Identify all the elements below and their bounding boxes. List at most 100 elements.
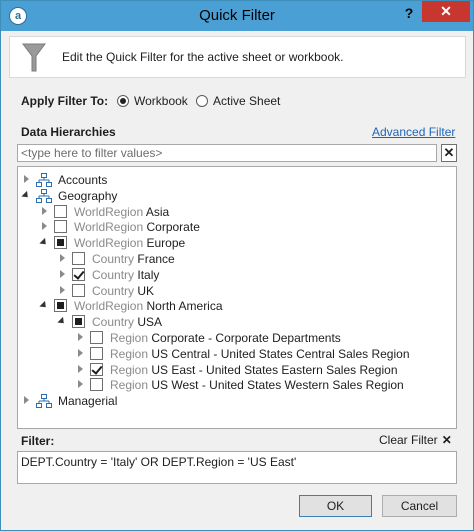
tree-checkbox[interactable] bbox=[90, 378, 103, 392]
expanded-arrow-icon[interactable] bbox=[21, 190, 31, 200]
expanded-arrow-icon[interactable] bbox=[39, 238, 49, 248]
tree-node-label[interactable]: Region US West - United States Western S… bbox=[110, 378, 404, 392]
tree-node[interactable]: Country USA bbox=[57, 314, 452, 330]
tree-node-level: WorldRegion bbox=[74, 220, 144, 235]
tree-checkbox[interactable] bbox=[90, 331, 103, 344]
tree-checkbox[interactable] bbox=[54, 220, 67, 234]
tree-node-label[interactable]: Country UK bbox=[92, 284, 154, 298]
tree-node-name: Managerial bbox=[58, 394, 118, 409]
tree-node-name: US West - United States Western Sales Re… bbox=[151, 378, 404, 393]
tree-node[interactable]: WorldRegion Asia bbox=[40, 204, 452, 220]
tree-node-label[interactable]: Region Corporate - Corporate Departments bbox=[110, 331, 341, 345]
advanced-filter-link[interactable]: Advanced Filter bbox=[372, 125, 455, 139]
tree-node-name: Corporate - Corporate Departments bbox=[151, 331, 341, 345]
radio-workbook[interactable] bbox=[117, 95, 129, 107]
tree-checkbox[interactable] bbox=[54, 299, 67, 313]
tree-node[interactable]: Region US East - United States Eastern S… bbox=[76, 362, 452, 378]
radio-active-sheet-label[interactable]: Active Sheet bbox=[213, 94, 280, 108]
tree-node[interactable]: WorldRegion Europe bbox=[39, 235, 452, 251]
tree-node-level: WorldRegion bbox=[74, 236, 144, 251]
help-button[interactable]: ? bbox=[399, 5, 419, 25]
hierarchy-icon bbox=[36, 188, 52, 203]
hierarchy-icon bbox=[36, 394, 52, 409]
tree-node-level: Country bbox=[92, 267, 135, 282]
tree-checkbox[interactable] bbox=[54, 236, 67, 250]
tree-node-name: Italy bbox=[137, 267, 160, 282]
collapsed-arrow-icon[interactable] bbox=[40, 206, 49, 216]
expanded-arrow-icon[interactable] bbox=[39, 301, 49, 311]
tree-checkbox[interactable] bbox=[72, 267, 85, 281]
collapsed-arrow-icon[interactable] bbox=[22, 396, 31, 405]
tree-node-label[interactable]: Region US East - United States Eastern S… bbox=[110, 363, 398, 377]
collapsed-arrow-icon[interactable] bbox=[58, 254, 67, 263]
tree-checkbox[interactable] bbox=[90, 346, 103, 360]
radio-active-sheet[interactable] bbox=[196, 95, 208, 107]
header-pane: Edit the Quick Filter for the active she… bbox=[9, 36, 466, 78]
clear-filter-label[interactable]: Clear Filter bbox=[379, 433, 438, 447]
data-hierarchies-title: Data Hierarchies bbox=[21, 125, 116, 139]
tree-node-label[interactable]: WorldRegion Corporate bbox=[74, 220, 200, 234]
tree-node[interactable]: Country UK bbox=[58, 283, 452, 299]
tree-node-name: Corporate bbox=[146, 220, 200, 235]
tree-node[interactable]: Country Italy bbox=[58, 267, 452, 283]
tree-node-level: Country bbox=[92, 315, 135, 330]
quick-filter-dialog: a Quick Filter ? ✕ Edit the Quick Filter… bbox=[0, 0, 474, 531]
tree-node-label[interactable]: Geography bbox=[58, 189, 117, 203]
hierarchy-tree[interactable]: Accounts Geography WorldRegion Asia WorldRe… bbox=[17, 166, 457, 429]
tree-node-label[interactable]: Country Italy bbox=[92, 268, 159, 282]
tree-node-name: USA bbox=[137, 315, 163, 330]
tree-node[interactable]: Country France bbox=[58, 251, 452, 267]
tree-node[interactable]: Region Corporate - Corporate Departments bbox=[76, 330, 452, 346]
tree-checkbox[interactable] bbox=[54, 204, 67, 218]
clear-search-button[interactable]: ✕ bbox=[441, 144, 457, 162]
filter-expression[interactable]: DEPT.Country = 'Italy' OR DEPT.Region = … bbox=[17, 451, 457, 484]
hierarchy-search-input[interactable] bbox=[17, 144, 437, 162]
header-description: Edit the Quick Filter for the active she… bbox=[62, 50, 344, 64]
collapsed-arrow-icon[interactable] bbox=[76, 333, 85, 342]
tree-checkbox[interactable] bbox=[72, 252, 85, 265]
collapsed-arrow-icon[interactable] bbox=[58, 269, 67, 279]
tree-node[interactable]: WorldRegion Corporate bbox=[40, 219, 452, 235]
tree-checkbox[interactable] bbox=[72, 283, 85, 297]
tree-node-label[interactable]: WorldRegion North America bbox=[74, 299, 223, 313]
tree-node-level: WorldRegion bbox=[74, 299, 144, 314]
clear-filter-button[interactable]: Clear Filter ✕ bbox=[379, 433, 452, 447]
tree-node[interactable]: Geography bbox=[21, 188, 452, 204]
collapsed-arrow-icon[interactable] bbox=[76, 348, 85, 358]
radio-workbook-label[interactable]: Workbook bbox=[134, 94, 188, 108]
cancel-button[interactable]: Cancel bbox=[382, 495, 457, 517]
tree-node-level: Region bbox=[110, 362, 149, 377]
tree-node[interactable]: Accounts bbox=[22, 172, 452, 188]
tree-node-name: Asia bbox=[145, 204, 170, 219]
tree-node-level: Region bbox=[110, 346, 149, 361]
tree-node-label[interactable]: WorldRegion Asia bbox=[74, 205, 169, 219]
tree-node-name: US Central - United States Central Sales… bbox=[151, 346, 410, 361]
tree-node-level: Country bbox=[92, 283, 135, 298]
tree-node[interactable]: Managerial bbox=[22, 393, 452, 409]
tree-node-name: North America bbox=[146, 299, 223, 314]
tree-node-name: UK bbox=[137, 283, 155, 298]
collapsed-arrow-icon[interactable] bbox=[40, 222, 49, 231]
collapsed-arrow-icon[interactable] bbox=[76, 364, 85, 374]
title-bar[interactable]: a Quick Filter ? ✕ bbox=[1, 1, 473, 31]
expanded-arrow-icon[interactable] bbox=[57, 317, 67, 327]
tree-checkbox[interactable] bbox=[72, 315, 85, 329]
tree-node-label[interactable]: WorldRegion Europe bbox=[74, 236, 185, 250]
collapsed-arrow-icon[interactable] bbox=[58, 285, 67, 295]
tree-node[interactable]: Region US West - United States Western S… bbox=[76, 377, 452, 393]
tree-node-label[interactable]: Country USA bbox=[92, 315, 162, 329]
tree-node[interactable]: WorldRegion North America bbox=[39, 298, 452, 314]
collapsed-arrow-icon[interactable] bbox=[76, 380, 85, 389]
tree-node-label[interactable]: Region US Central - United States Centra… bbox=[110, 347, 410, 361]
close-button[interactable]: ✕ bbox=[422, 1, 470, 22]
apply-filter-label: Apply Filter To: bbox=[21, 94, 109, 108]
tree-checkbox[interactable] bbox=[90, 362, 103, 376]
ok-button[interactable]: OK bbox=[299, 495, 372, 517]
tree-node[interactable]: Region US Central - United States Centra… bbox=[76, 346, 452, 362]
tree-node-label[interactable]: Country France bbox=[92, 252, 175, 266]
clear-filter-icon[interactable]: ✕ bbox=[442, 433, 452, 447]
tree-node-label[interactable]: Managerial bbox=[58, 394, 117, 408]
collapsed-arrow-icon[interactable] bbox=[22, 175, 31, 184]
tree-node-name: Accounts bbox=[58, 173, 108, 187]
tree-node-label[interactable]: Accounts bbox=[58, 173, 107, 187]
